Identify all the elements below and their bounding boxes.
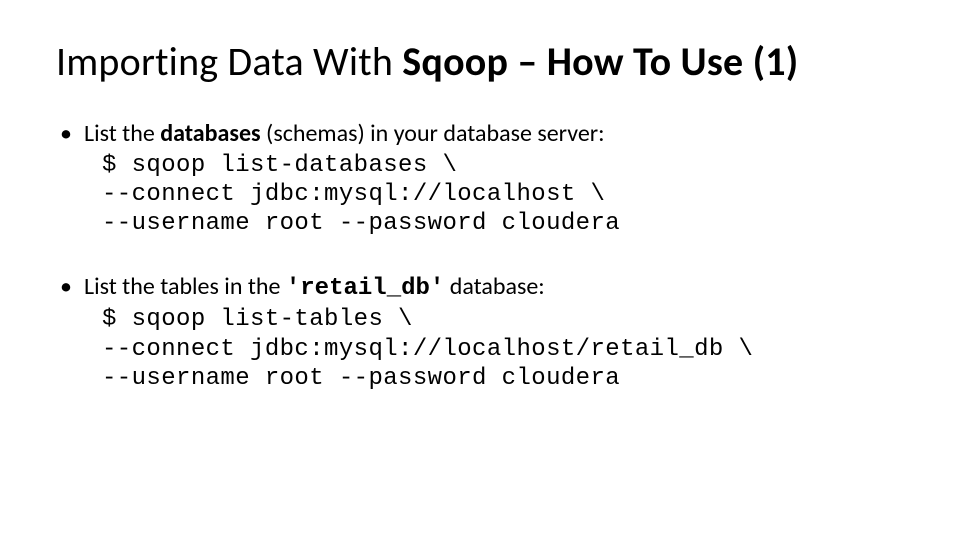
title-pre: Importing Data With — [56, 37, 402, 86]
bullet-list: List the databases (schemas) in your dat… — [56, 120, 904, 393]
code-block: $ sqoop list-databases \ --connect jdbc:… — [102, 151, 904, 239]
code-block: $ sqoop list-tables \ --connect jdbc:mys… — [102, 305, 904, 393]
title-bold: Sqoop – How To Use (1) — [402, 37, 798, 86]
bullet-intro: List the tables in the 'retail_db' datab… — [84, 273, 904, 304]
intro-text: List the tables in the — [84, 272, 286, 301]
intro-text: (schemas) in your database server: — [261, 119, 605, 148]
intro-text: List the — [84, 119, 160, 148]
intro-text: database: — [444, 272, 544, 301]
bullet-item: List the databases (schemas) in your dat… — [56, 120, 904, 239]
bullet-intro: List the databases (schemas) in your dat… — [84, 120, 904, 149]
intro-bold: databases — [160, 119, 260, 148]
slide: Importing Data With Sqoop – How To Use (… — [0, 0, 960, 540]
slide-title: Importing Data With Sqoop – How To Use (… — [56, 40, 904, 84]
intro-mono-bold: 'retail_db' — [286, 275, 444, 302]
bullet-item: List the tables in the 'retail_db' datab… — [56, 273, 904, 394]
